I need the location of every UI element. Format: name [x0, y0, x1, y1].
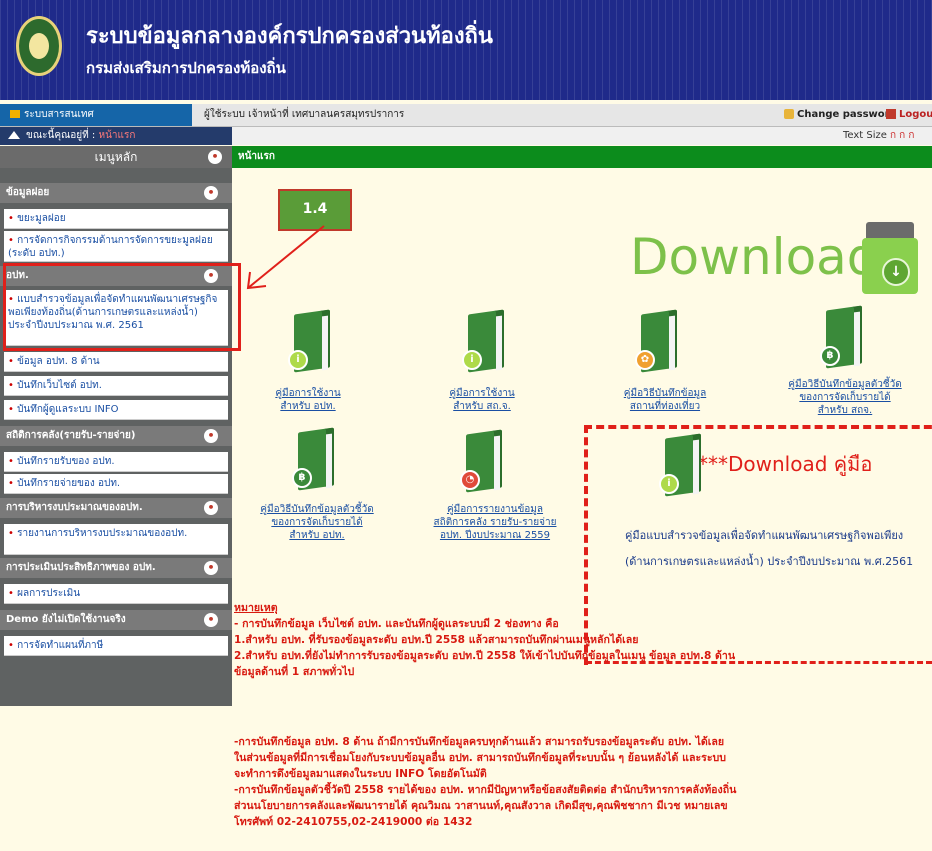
- sidebar-title-label: เมนูหลัก: [94, 150, 138, 164]
- manual-book-icon[interactable]: ◔: [460, 429, 504, 494]
- note-line: ข้อมูลด้านที่ 1 สภาพทั่วไป: [234, 666, 355, 678]
- manual-book-icon[interactable]: ฿: [820, 305, 864, 370]
- manual-link-lao[interactable]: คู่มือการใช้งาน สำหรับ อปท.: [258, 387, 358, 413]
- logout-link[interactable]: Logout: [886, 104, 932, 126]
- section-fiscal-stats[interactable]: สถิติการคลัง(รายรับ-รายจ่าย) •: [0, 426, 232, 446]
- sidebar-item-solid-waste[interactable]: • ขยะมูลฝอย: [4, 209, 228, 229]
- sidebar-item-label: ขยะมูลฝอย: [17, 213, 66, 224]
- note-line: - การบันทึกข้อมูล เว็บไซต์ อปท. และบันทึ…: [234, 618, 559, 630]
- annotation-arrow: [246, 225, 325, 290]
- sidebar-item-label: บันทึกรายจ่ายของ อปท.: [17, 478, 121, 489]
- manual-link-survey-2561[interactable]: คู่มือแบบสำรวจข้อมูลเพื่อจัดทำแผนพัฒนาเศ…: [625, 523, 925, 575]
- change-password-link[interactable]: Change password: [784, 104, 897, 126]
- department-logo: [16, 16, 62, 76]
- sidebar: เมนูหลัก • ข้อมูลฝอย • • ขยะมูลฝอย • การจั…: [0, 146, 232, 706]
- expand-icon[interactable]: •: [204, 501, 218, 515]
- breadcrumb: ขณะนี้คุณอยู่ที่ : หน้าแรก: [0, 127, 232, 145]
- manual-link-province[interactable]: คู่มือการใช้งาน สำหรับ สถ.จ.: [432, 387, 532, 413]
- collapse-icon[interactable]: •: [208, 150, 222, 164]
- download-manual-annotation: ***Download คู่มือ: [698, 452, 873, 476]
- breadcrumb-prefix: ขณะนี้คุณอยู่ที่ :: [26, 130, 96, 141]
- expand-icon[interactable]: •: [204, 186, 218, 200]
- sidebar-item-lao-website[interactable]: • บันทึกเว็บไซต์ อปท.: [4, 376, 228, 396]
- system-tab-label: ระบบสารสนเทศ: [24, 109, 94, 120]
- user-bar: ระบบสารสนเทศ ผู้ใช้ระบบ เจ้าหน้าที่ เทศบ…: [0, 104, 932, 127]
- sidebar-item-tax-map[interactable]: • การจัดทำแผนที่ภาษี: [4, 636, 228, 656]
- section-label: Demo ยังไม่เปิดใช้งานจริง: [6, 614, 126, 625]
- site-header: ระบบข้อมูลกลางองค์กรปกครองส่วนท้องถิ่น ก…: [0, 0, 932, 100]
- manual-book-icon[interactable]: i: [659, 433, 703, 498]
- note-line: 1.สำหรับ อปท. ที่รับรองข้อมูลระดับ อปท.ป…: [234, 634, 639, 646]
- manual-book-icon[interactable]: ✿: [635, 309, 679, 374]
- note-line: โทรศัพท์ 02-2410755,02-2419000 ต่อ 1432: [234, 816, 473, 828]
- note-line: ในส่วนข้อมูลที่มีการเชื่อมโยงกับระบบข้อม…: [234, 752, 726, 764]
- notes-block: หมายเหตุ - การบันทึกข้อมูล เว็บไซต์ อปท.…: [234, 600, 924, 680]
- sidebar-item-expense[interactable]: • บันทึกรายจ่ายของ อปท.: [4, 474, 228, 494]
- change-password-label: Change password: [797, 109, 897, 120]
- expand-icon[interactable]: •: [204, 429, 218, 443]
- section-label: การบริหารงบประมาณของอปท.: [6, 502, 143, 513]
- manual-book-icon[interactable]: i: [462, 309, 506, 374]
- sidebar-item-info-admin[interactable]: • บันทึกผู้ดูแลระบบ INFO: [4, 400, 228, 420]
- expand-icon[interactable]: •: [204, 561, 218, 575]
- manual-link-revenue-lao[interactable]: คู่มือวิธีบันทึกข้อมูลตัวชี้วัด ของการจัด…: [252, 503, 382, 542]
- key-icon: [784, 109, 794, 119]
- sidebar-item-label: การจัดการกิจกรรมด้านการจัดการขยะมูลฝอย (…: [8, 235, 213, 259]
- manual-book-icon[interactable]: i: [288, 309, 332, 374]
- sidebar-item-income[interactable]: • บันทึกรายรับของ อปท.: [4, 452, 228, 472]
- section-demo[interactable]: Demo ยังไม่เปิดใช้งานจริง •: [0, 610, 232, 630]
- sidebar-item-label: รายงานการบริหารงบประมาณของอปท.: [17, 528, 188, 539]
- download-heading: Download: [630, 228, 879, 286]
- sidebar-highlight-box: [3, 263, 241, 351]
- site-title: ระบบข้อมูลกลางองค์กรปกครองส่วนท้องถิ่น: [86, 24, 493, 49]
- sidebar-item-evaluation[interactable]: • ผลการประเมิน: [4, 584, 228, 604]
- expand-icon[interactable]: •: [204, 613, 218, 627]
- notes-block-2: -การบันทึกข้อมูล อปท. 8 ด้าน ถ้ามีการบัน…: [234, 734, 932, 830]
- sidebar-item-label: การจัดทำแผนที่ภาษี: [17, 640, 104, 651]
- logout-label: Logout: [899, 109, 932, 120]
- note-line: จะทำการดึงข้อมูลมาแสดงในระบบ INFO โดยอัต…: [234, 768, 487, 780]
- site-subtitle: กรมส่งเสริมการปกครองท้องถิ่น: [86, 59, 286, 77]
- section-label: การประเมินประสิทธิภาพของ อปท.: [6, 562, 156, 573]
- system-tab[interactable]: ระบบสารสนเทศ: [0, 104, 192, 126]
- note-line: ส่วนนโยบายการคลังและพัฒนารายได้ คุณวิมณ …: [234, 800, 728, 812]
- note-line: 2.สำหรับ อปท.ที่ยังไม่ทำการรับรองข้อมูลร…: [234, 650, 736, 662]
- notes-heading: หมายเหตุ: [234, 602, 278, 614]
- manual-link-tourism[interactable]: คู่มือวิธีบันทึกข้อมูล สถานที่ท่องเที่ยว: [610, 387, 720, 413]
- sidebar-title: เมนูหลัก •: [0, 146, 232, 168]
- sidebar-item-label: บันทึกผู้ดูแลระบบ INFO: [17, 404, 119, 415]
- sidebar-item-label: ผลการประเมิน: [17, 588, 81, 599]
- note-line: -การบันทึกข้อมูล อปท. 8 ด้าน ถ้ามีการบัน…: [234, 736, 725, 748]
- text-size-label: Text Size: [843, 130, 887, 141]
- breadcrumb-current[interactable]: หน้าแรก: [98, 130, 135, 141]
- sidebar-item-label: ข้อมูล อปท. 8 ด้าน: [17, 356, 100, 367]
- manual-link-revenue-province[interactable]: คู่มือวิธีบันทึกข้อมูลตัวชี้วัด ของการจัด…: [780, 378, 910, 417]
- manual-book-icon[interactable]: ฿: [292, 427, 336, 492]
- sidebar-item-budget-report[interactable]: • รายงานการบริหารงบประมาณของอปท.: [4, 524, 228, 555]
- breadcrumb-bar: ขณะนี้คุณอยู่ที่ : หน้าแรก Text Size ก ก …: [0, 127, 932, 145]
- folder-icon: [10, 110, 20, 118]
- logout-icon: [886, 109, 896, 119]
- text-size-control: Text Size ก ก ก: [843, 127, 914, 145]
- current-user: ผู้ใช้ระบบ เจ้าหน้าที่ เทศบาลนครสมุทรปรา…: [204, 109, 405, 120]
- sidebar-item-waste-activities[interactable]: • การจัดการกิจกรรมด้านการจัดการขยะมูลฝอย…: [4, 231, 228, 262]
- sidebar-item-lao-8-aspects[interactable]: • ข้อมูล อปท. 8 ด้าน: [4, 352, 228, 372]
- download-icon: ↓: [862, 222, 918, 294]
- note-line: -การบันทึกข้อมูลตัวชี้วัดปี 2558 รายได้ข…: [234, 784, 737, 796]
- sidebar-item-label: บันทึกเว็บไซต์ อปท.: [17, 380, 102, 391]
- section-budget-admin[interactable]: การบริหารงบประมาณของอปท. •: [0, 498, 232, 518]
- sidebar-item-label: บันทึกรายรับของ อปท.: [17, 456, 115, 467]
- home-icon[interactable]: [8, 131, 20, 139]
- content-title-bar: หน้าแรก: [232, 146, 932, 168]
- section-label: สถิติการคลัง(รายรับ-รายจ่าย): [6, 430, 136, 441]
- text-size-options[interactable]: ก ก ก: [890, 130, 915, 141]
- section-label: ข้อมูลฝอย: [6, 187, 50, 198]
- section-solid-waste[interactable]: ข้อมูลฝอย •: [0, 183, 232, 203]
- manual-link-fiscal-report[interactable]: คู่มือการรายงานข้อมูล สถิติการคลัง รายรับ…: [430, 503, 560, 542]
- section-efficiency[interactable]: การประเมินประสิทธิภาพของ อปท. •: [0, 558, 232, 578]
